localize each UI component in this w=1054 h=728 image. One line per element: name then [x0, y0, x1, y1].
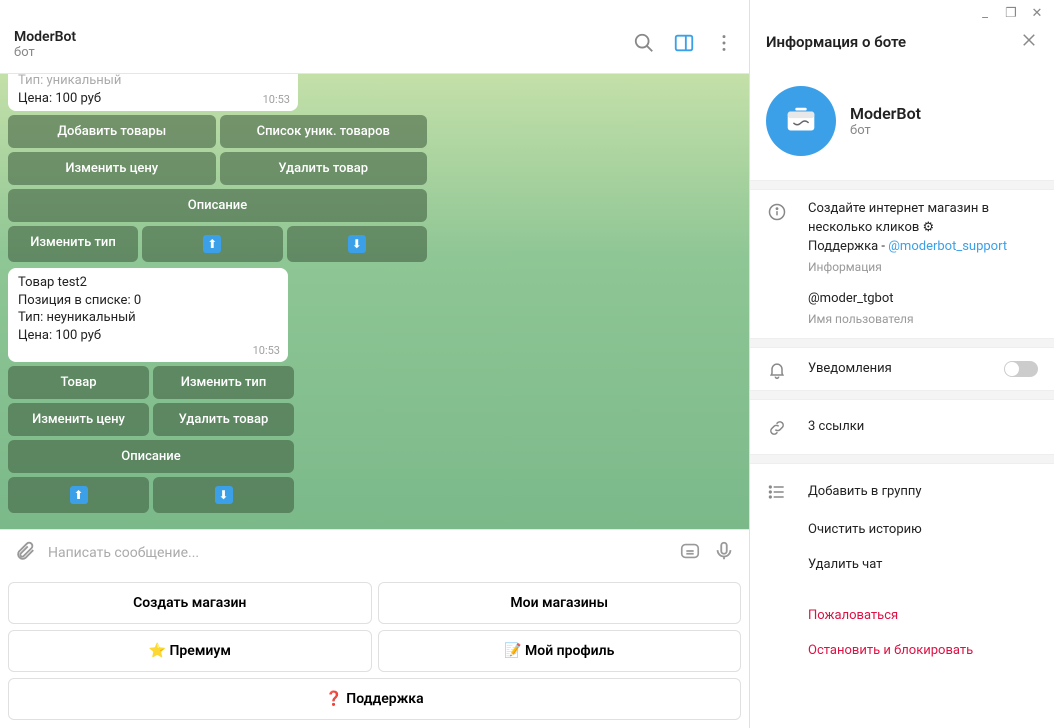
inline-description-button[interactable]: Описание — [8, 440, 294, 473]
inline-up-button[interactable]: ⬆ — [8, 477, 149, 513]
chat-title[interactable]: ModerBot — [14, 29, 633, 45]
messages-area: Тип: уникальный Цена: 100 руб 10:53 Доба… — [0, 74, 749, 529]
bot-description-row: Создайте интернет магазин в несколько кл… — [750, 190, 1054, 338]
bot-keyboard-icon[interactable] — [679, 540, 701, 566]
inline-down-button[interactable]: ⬇ — [287, 226, 428, 262]
window-controls: _ ❐ ✕ — [976, 4, 1046, 22]
minimize-icon[interactable]: _ — [976, 4, 994, 22]
link-icon — [766, 418, 788, 438]
inline-unique-list-button[interactable]: Список уник. товаров — [220, 115, 428, 148]
add-to-group-button[interactable]: Добавить в группу — [750, 470, 1054, 512]
desc-prefix: Поддержка - — [808, 239, 888, 254]
links-row[interactable]: 3 ссылки — [750, 400, 1054, 454]
inline-add-products-button[interactable]: Добавить товары — [8, 115, 216, 148]
inline-up-button[interactable]: ⬆ — [142, 226, 283, 262]
chat-area: ModerBot бот Тип: уникальный Цена: 100 р… — [0, 0, 750, 728]
kb-my-profile-button[interactable]: 📝 Мой профиль — [378, 630, 742, 672]
msg-line: Цена: 100 руб — [18, 327, 278, 345]
side-panel: Информация о боте ModerBot бот Создайте … — [750, 0, 1054, 728]
inline-change-type-button[interactable]: Изменить тип — [153, 366, 294, 399]
search-icon[interactable] — [633, 32, 655, 58]
chat-subtitle: бот — [14, 45, 633, 60]
maximize-icon[interactable]: ❐ — [1002, 4, 1020, 22]
notifications-row[interactable]: Уведомления — [750, 348, 1054, 390]
kb-support-button[interactable]: ❓ Поддержка — [8, 678, 741, 720]
links-label: 3 ссылки — [808, 418, 1038, 437]
inline-description-button[interactable]: Описание — [8, 189, 427, 222]
report-button[interactable]: Пожаловаться — [750, 598, 1054, 633]
side-bot-name: ModerBot — [850, 104, 921, 123]
msg-line: Товар test2 — [18, 274, 278, 292]
desc-sub: Информация — [808, 259, 1038, 276]
desc-line: Создайте интернет магазин в несколько кл… — [808, 200, 1038, 238]
chat-header: ModerBot бот — [0, 16, 749, 74]
window-close-icon[interactable]: ✕ — [1028, 4, 1046, 22]
kb-my-shops-button[interactable]: Мои магазины — [378, 582, 742, 624]
side-panel-title: Информация о боте — [766, 33, 1020, 51]
message-bubble: Тип: уникальный Цена: 100 руб 10:53 — [8, 74, 298, 111]
inline-down-button[interactable]: ⬇ — [153, 477, 294, 513]
arrow-up-icon: ⬆ — [203, 235, 221, 253]
bot-username[interactable]: @moder_tgbot — [808, 290, 1038, 309]
inline-delete-product-button[interactable]: Удалить товар — [153, 403, 294, 436]
side-bot-type: бот — [850, 123, 921, 138]
side-panel-header: Информация о боте — [750, 16, 1054, 68]
msg-time: 10:53 — [263, 93, 290, 108]
sidepanel-icon[interactable] — [673, 32, 695, 58]
info-icon — [766, 202, 788, 222]
bell-icon — [766, 360, 788, 380]
add-to-group-label: Добавить в группу — [808, 484, 922, 499]
msg-line: Цена: 100 руб — [18, 90, 288, 108]
close-icon[interactable] — [1020, 31, 1038, 53]
microphone-icon[interactable] — [713, 540, 735, 566]
kb-premium-button[interactable]: ⭐ Премиум — [8, 630, 372, 672]
stop-block-button[interactable]: Остановить и блокировать — [750, 633, 1054, 668]
bot-avatar — [766, 86, 836, 156]
support-link[interactable]: @moderbot_support — [888, 239, 1007, 254]
action-list: Добавить в группу Очистить историю Удали… — [750, 464, 1054, 674]
input-area — [0, 529, 749, 576]
more-icon[interactable] — [713, 32, 735, 58]
clear-history-button[interactable]: Очистить историю — [750, 512, 1054, 547]
msg-line: Тип: уникальный — [18, 74, 288, 90]
inline-delete-product-button[interactable]: Удалить товар — [220, 152, 428, 185]
reply-keyboard: Создать магазин Мои магазины ⭐ Премиум 📝… — [0, 576, 749, 728]
bot-info: ModerBot бот — [750, 68, 1054, 180]
username-sub: Имя пользователя — [808, 311, 1038, 328]
message-bubble: Товар test2 Позиция в списке: 0 Тип: неу… — [8, 268, 288, 362]
inline-product-button[interactable]: Товар — [8, 366, 149, 399]
attach-icon[interactable] — [14, 540, 36, 566]
inline-change-price-button[interactable]: Изменить цену — [8, 152, 216, 185]
notifications-label: Уведомления — [808, 360, 984, 379]
delete-chat-button[interactable]: Удалить чат — [750, 547, 1054, 582]
kb-create-shop-button[interactable]: Создать магазин — [8, 582, 372, 624]
msg-line: Тип: неуникальный — [18, 309, 278, 327]
arrow-up-icon: ⬆ — [70, 486, 88, 504]
inline-change-price-button[interactable]: Изменить цену — [8, 403, 149, 436]
arrow-down-icon: ⬇ — [215, 486, 233, 504]
msg-line: Позиция в списке: 0 — [18, 292, 278, 310]
arrow-down-icon: ⬇ — [348, 235, 366, 253]
message-input[interactable] — [48, 545, 667, 561]
inline-change-type-button[interactable]: Изменить тип — [8, 226, 138, 262]
list-icon — [766, 482, 788, 502]
msg-time: 10:53 — [253, 344, 280, 359]
notifications-toggle[interactable] — [1004, 361, 1038, 377]
